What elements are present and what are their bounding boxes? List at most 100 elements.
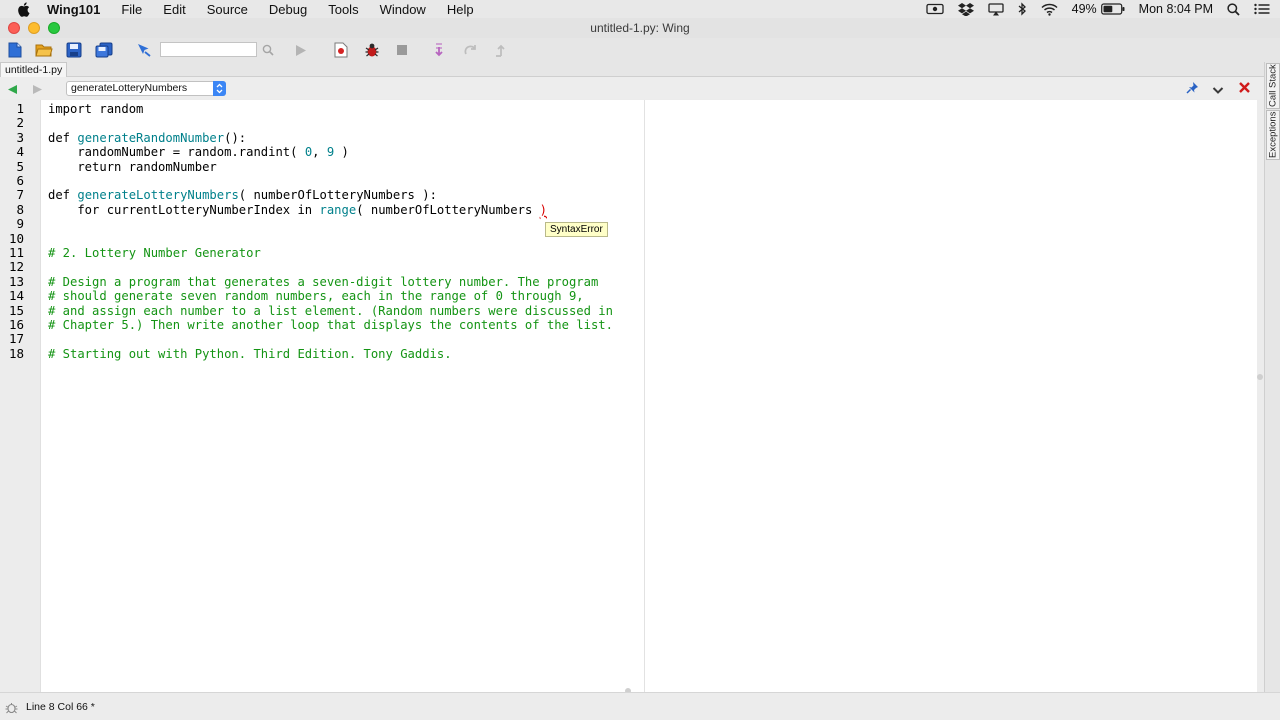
code-text: random	[92, 102, 144, 116]
comment-line: # and assign each number to a list eleme…	[48, 303, 613, 318]
window-title: untitled-1.py: Wing	[590, 21, 690, 35]
tab-untitled-1[interactable]: untitled-1.py	[0, 62, 68, 77]
line-number: 2	[16, 115, 24, 131]
line-number: 17	[8, 331, 24, 347]
code-line: return randomNumber	[48, 159, 217, 174]
comment-line: # Starting out with Python. Third Editio…	[48, 346, 452, 361]
code-line: import random	[48, 102, 143, 116]
line-number: 13	[8, 273, 24, 289]
code-text: )	[334, 145, 349, 160]
notification-center-icon[interactable]	[1254, 3, 1270, 15]
line-number: 8	[16, 201, 24, 217]
function-name: generateRandomNumber	[77, 130, 225, 145]
save-icon[interactable]	[65, 41, 83, 59]
line-number: 10	[8, 230, 24, 246]
line-number: 16	[8, 317, 24, 332]
code-text: randomNumber = random.randint(	[48, 145, 305, 160]
open-folder-icon[interactable]	[35, 41, 53, 59]
code-line: def generateLotteryNumbers( numberOfLott…	[48, 188, 437, 202]
line-number: 11	[8, 245, 24, 260]
tab-call-stack[interactable]: Call Stack	[1266, 63, 1280, 109]
step-into-icon[interactable]	[432, 41, 450, 59]
menu-edit[interactable]: Edit	[163, 2, 185, 17]
line-number: 15	[8, 302, 24, 318]
toolbar	[0, 38, 1280, 62]
cursor-position-status: Line 8 Col 66 *	[26, 701, 95, 713]
dropbox-icon[interactable]	[957, 2, 974, 16]
status-bar: Line 8 Col 66 *	[0, 692, 1280, 720]
code-text: for currentLotteryNumberIndex in	[48, 202, 320, 217]
line-number: 12	[8, 259, 24, 275]
battery-icon[interactable]	[1100, 3, 1125, 15]
back-arrow-icon[interactable]	[7, 82, 18, 100]
menu-source[interactable]: Source	[207, 2, 248, 17]
menu-bar: Wing101 File Edit Source Debug Tools Win…	[0, 0, 1280, 18]
code-line: def generateRandomNumber():	[48, 131, 246, 145]
builtin-name: range	[319, 202, 357, 217]
wifi-icon[interactable]	[1041, 3, 1058, 16]
battery-percent: 49%	[1071, 2, 1097, 16]
code-editor[interactable]: 1 2 3 4 5 6 7 8 9 10 11 12 13 14 15 16 1…	[0, 100, 1257, 692]
close-icon[interactable]	[1238, 81, 1251, 99]
code-text: ():	[224, 130, 247, 145]
editor-nav-bar: generateLotteryNumbers	[0, 77, 1264, 99]
forward-arrow-icon[interactable]	[32, 82, 43, 100]
scope-dropdown[interactable]: generateLotteryNumbers	[66, 81, 226, 96]
syntax-error-marker: )	[539, 202, 547, 217]
line-number-gutter: 1 2 3 4 5 6 7 8 9 10 11 12 13 14 15 16 1…	[0, 100, 41, 692]
code-line: randomNumber = random.randint( 0, 9 )	[48, 145, 349, 159]
pin-icon[interactable]	[1186, 81, 1199, 99]
editor-tab-bar: untitled-1.py	[0, 62, 1264, 77]
apple-icon[interactable]	[17, 1, 33, 17]
line-number: 14	[8, 288, 24, 304]
menu-app-name[interactable]: Wing101	[47, 2, 100, 17]
syntax-error-tooltip: SyntaxError	[545, 222, 608, 237]
find-selection-icon[interactable]	[135, 41, 153, 59]
tab-exceptions[interactable]: Exceptions	[1266, 110, 1280, 160]
stop-icon[interactable]	[393, 41, 411, 59]
line-number: 18	[8, 345, 24, 361]
function-name: generateLotteryNumbers	[77, 188, 239, 203]
menu-help[interactable]: Help	[447, 2, 474, 17]
menu-debug[interactable]: Debug	[269, 2, 307, 17]
line-number: 5	[16, 158, 24, 174]
menu-tools[interactable]: Tools	[328, 2, 358, 17]
code-text: ,	[312, 145, 327, 160]
comment-line: # should generate seven random numbers, …	[48, 289, 584, 304]
menu-clock[interactable]: Mon 8:04 PM	[1139, 2, 1213, 16]
step-over-icon[interactable]	[462, 41, 480, 59]
vertical-split-handle[interactable]	[1257, 374, 1263, 380]
search-icon[interactable]	[259, 41, 277, 59]
code-text: ( numberOfLotteryNumbers ):	[238, 188, 437, 203]
keyword: def	[48, 130, 78, 145]
step-out-icon[interactable]	[492, 41, 510, 59]
spotlight-search-icon[interactable]	[1227, 2, 1240, 16]
window-title-bar: untitled-1.py: Wing	[0, 18, 1280, 38]
save-all-icon[interactable]	[95, 41, 113, 59]
run-icon[interactable]	[292, 41, 310, 59]
line-number: 1	[16, 101, 24, 116]
keyword: def	[48, 188, 78, 203]
code-text: ( numberOfLotteryNumbers	[356, 202, 540, 217]
code-line: for currentLotteryNumberIndex in range( …	[48, 203, 547, 217]
edge-guide-line	[644, 100, 645, 692]
line-number: 3	[16, 129, 24, 145]
scope-dropdown-value: generateLotteryNumbers	[71, 82, 188, 94]
line-number: 7	[16, 187, 24, 203]
chevron-down-icon[interactable]	[1212, 82, 1224, 100]
menu-file[interactable]: File	[121, 2, 142, 17]
side-tool-strip: Call Stack Exceptions	[1264, 62, 1280, 692]
new-file-icon[interactable]	[6, 41, 24, 59]
run-to-breakpoint-icon[interactable]	[332, 41, 350, 59]
chevron-updown-icon	[213, 81, 226, 96]
airplay-icon[interactable]	[987, 2, 1004, 16]
bluetooth-icon[interactable]	[1018, 2, 1027, 16]
debug-bug-icon[interactable]	[363, 41, 381, 59]
screen-record-icon[interactable]	[925, 3, 944, 15]
menu-window[interactable]: Window	[380, 2, 426, 17]
line-number: 6	[16, 173, 24, 188]
debug-status-icon[interactable]	[5, 701, 18, 719]
comment-line: # Chapter 5.) Then write another loop th…	[48, 318, 613, 332]
toolbar-search-input[interactable]	[160, 42, 257, 57]
line-number: 4	[16, 144, 24, 160]
